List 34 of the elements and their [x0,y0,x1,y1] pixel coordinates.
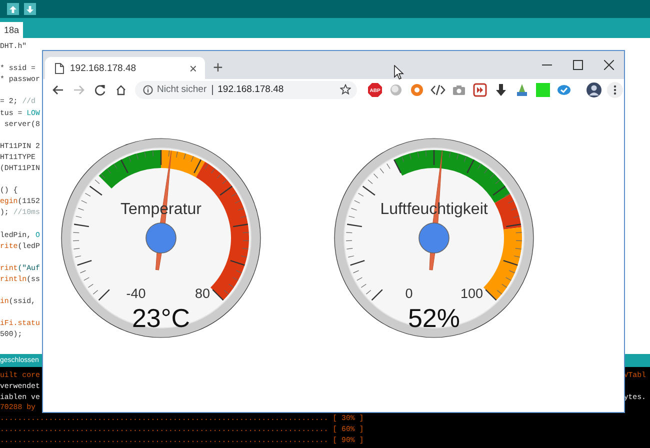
needle-hub [146,222,176,254]
security-label: Nicht sicher [157,84,213,94]
gauge-value: 23°C [132,303,190,333]
max-label: 100 [460,286,483,301]
lifebuoy-icon[interactable] [409,82,425,98]
page-icon [55,62,64,74]
needle-hub [418,222,450,254]
down-arrow-icon [26,4,34,14]
forward-arrow-icon [72,84,84,96]
max-label: 80 [194,286,210,301]
gauge-value: 52% [408,303,460,333]
reload-icon [94,84,106,96]
down-arrow-icon[interactable] [493,82,509,98]
min-label: 0 [405,286,413,301]
tab-title: 192.168.178.48 [70,62,138,74]
browser-tab[interactable]: 192.168.178.48 × [45,57,205,79]
min-label: -40 [126,286,146,301]
new-tab-button[interactable]: + [213,59,223,76]
file-tab[interactable]: 18a [0,22,24,38]
info-icon [143,84,153,94]
url-text: 192.168.178.48 [218,84,285,95]
home-icon [114,84,126,96]
avatar-icon[interactable] [586,82,602,98]
star-icon[interactable] [340,84,351,95]
close-tab-button[interactable]: × [189,62,197,74]
menu-icon[interactable] [607,82,623,98]
maximize-icon [572,60,582,70]
plant-icon[interactable] [514,82,530,98]
address-bar[interactable]: Nicht sicher 192.168.178.48 [135,80,357,98]
fast-forward-icon[interactable] [472,82,488,98]
up-arrow-icon [9,4,17,14]
back-arrow-icon [52,84,64,96]
close-icon [604,60,614,70]
cursor-icon [394,65,404,80]
